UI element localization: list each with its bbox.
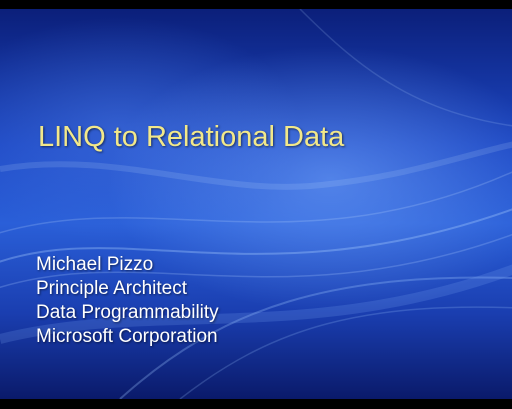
video-frame: LINQ to Relational Data Michael Pizzo Pr… [0,0,512,409]
presentation-slide: LINQ to Relational Data Michael Pizzo Pr… [0,9,512,399]
presenter-name: Michael Pizzo [36,254,154,275]
presenter-info: Michael Pizzo Principle Architect Data P… [36,253,219,349]
presenter-role: Principle Architect [36,278,188,299]
presenter-team: Data Programmability [36,302,219,323]
slide-title: LINQ to Relational Data [38,121,345,153]
presenter-company: Microsoft Corporation [36,326,218,347]
